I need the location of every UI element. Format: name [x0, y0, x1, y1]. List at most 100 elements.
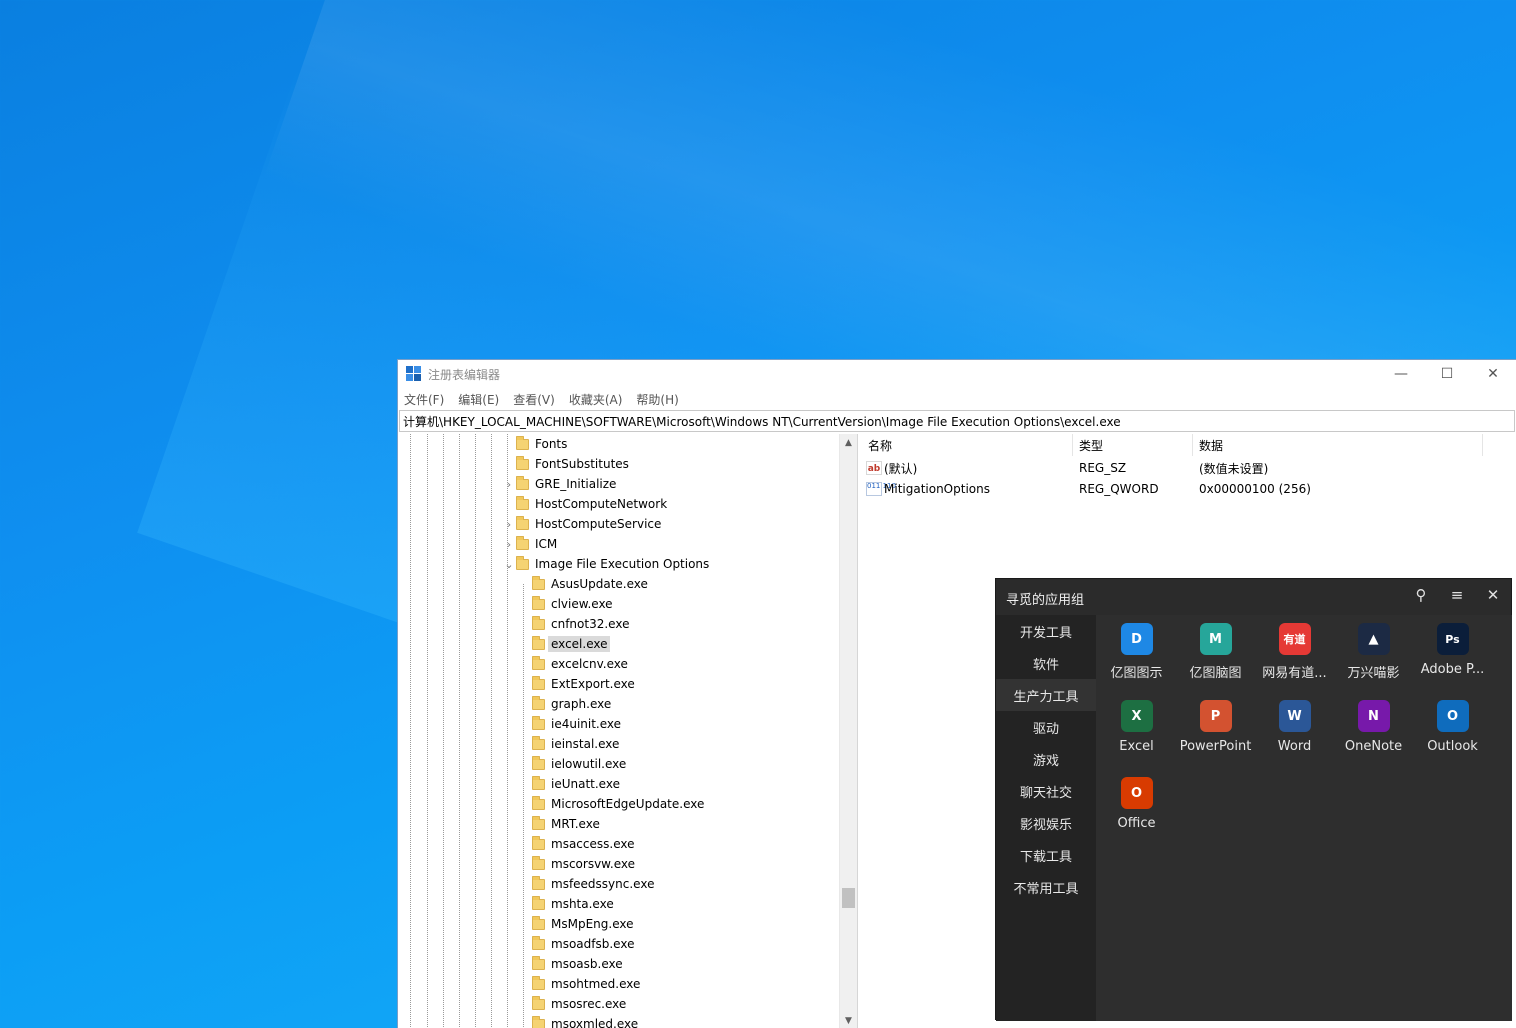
folder-icon	[516, 555, 529, 570]
tree-item[interactable]: excelcnv.exe	[532, 654, 628, 674]
tree-item[interactable]: graph.exe	[532, 694, 611, 714]
tree-item[interactable]: msoasb.exe	[532, 954, 623, 974]
tree-scrollbar[interactable]: ▲ ▼	[839, 434, 857, 1028]
folder-icon	[532, 835, 545, 850]
category-item[interactable]: 聊天社交	[996, 775, 1096, 807]
app-launcher[interactable]: N OneNote	[1334, 692, 1413, 769]
tree-item[interactable]: mshta.exe	[532, 894, 614, 914]
tree-item[interactable]: MicrosoftEdgeUpdate.exe	[532, 794, 704, 814]
category-item[interactable]: 开发工具	[996, 615, 1096, 647]
tree-item[interactable]: msoxmled.exe	[532, 1014, 638, 1028]
app-launcher[interactable]: Ps Adobe P...	[1413, 615, 1492, 692]
tree-item-label: mscorsvw.exe	[551, 857, 635, 871]
scroll-up-arrow-icon[interactable]: ▲	[840, 434, 857, 451]
app-launcher[interactable]: X Excel	[1097, 692, 1176, 769]
app-launcher[interactable]: P PowerPoint	[1176, 692, 1255, 769]
tree-item-label: clview.exe	[551, 597, 613, 611]
menu-file[interactable]: 文件(F)	[404, 391, 444, 408]
tree-expander-icon[interactable]: ›	[502, 518, 516, 531]
scrollbar-thumb[interactable]	[842, 888, 855, 908]
app-icon: ▲	[1357, 623, 1390, 655]
maximize-button[interactable]: ☐	[1424, 360, 1470, 388]
tree-item[interactable]: AsusUpdate.exe	[532, 574, 648, 594]
tree-item[interactable]: › HostComputeService	[502, 514, 661, 534]
app-launcher[interactable]: M 亿图脑图	[1176, 615, 1255, 692]
column-header-data[interactable]: 数据	[1193, 434, 1483, 456]
menu-edit[interactable]: 编辑(E)	[458, 391, 499, 408]
tree-item-label: msoadfsb.exe	[551, 937, 635, 951]
app-launcher[interactable]: O Outlook	[1413, 692, 1492, 769]
tree-item[interactable]: HostComputeNetwork	[502, 494, 667, 514]
value-name: MitigationOptions	[884, 482, 990, 496]
folder-icon	[532, 995, 545, 1010]
string-value-icon: ab	[866, 461, 882, 475]
tree-item[interactable]: cnfnot32.exe	[532, 614, 629, 634]
value-row-mitigationoptions[interactable]: 011 110 MitigationOptions	[866, 479, 990, 499]
category-item[interactable]: 生产力工具	[996, 679, 1096, 711]
category-item[interactable]: 下载工具	[996, 839, 1096, 871]
tree-expander-icon[interactable]: ›	[502, 538, 516, 551]
app-launcher[interactable]: D 亿图图示	[1097, 615, 1176, 692]
tree-item[interactable]: msfeedssync.exe	[532, 874, 654, 894]
close-button[interactable]: ✕	[1470, 360, 1516, 388]
folder-icon	[532, 775, 545, 790]
tree-item[interactable]: FontSubstitutes	[502, 454, 629, 474]
tree-item[interactable]: › ICM	[502, 534, 557, 554]
tree-item[interactable]: msoadfsb.exe	[532, 934, 634, 954]
column-header-type[interactable]: 类型	[1073, 434, 1193, 456]
tree-item[interactable]: excel.exe	[532, 634, 611, 654]
tree-item[interactable]: ExtExport.exe	[532, 674, 635, 694]
app-group-title: 寻觅的应用组	[1006, 593, 1085, 608]
category-item[interactable]: 软件	[996, 647, 1096, 679]
app-label: 网易有道...	[1262, 666, 1327, 681]
app-icon: Ps	[1436, 623, 1469, 655]
app-launcher[interactable]: ▲ 万兴喵影	[1334, 615, 1413, 692]
tree-item[interactable]: › GRE_Initialize	[502, 474, 616, 494]
tree-item[interactable]: ⌄ Image File Execution Options	[502, 554, 709, 574]
tree-item[interactable]: clview.exe	[532, 594, 613, 614]
menu-icon[interactable]: ≡	[1439, 581, 1475, 609]
tree-item[interactable]: msaccess.exe	[532, 834, 634, 854]
app-launcher[interactable]: W Word	[1255, 692, 1334, 769]
app-label: Adobe P...	[1420, 662, 1485, 677]
address-bar[interactable]: 计算机\HKEY_LOCAL_MACHINE\SOFTWARE\Microsof…	[399, 410, 1515, 432]
category-item[interactable]: 驱动	[996, 711, 1096, 743]
tree-item-label: Fonts	[535, 437, 568, 451]
tree-expander-icon[interactable]: ⌄	[502, 558, 516, 571]
app-label: OneNote	[1344, 739, 1403, 754]
tree-item-label: MsMpEng.exe	[551, 917, 634, 931]
tree-item[interactable]: msohtmed.exe	[532, 974, 640, 994]
search-icon[interactable]: ⚲	[1403, 581, 1439, 609]
menu-favorites[interactable]: 收藏夹(A)	[569, 391, 623, 408]
value-row-default[interactable]: ab (默认)	[866, 458, 917, 478]
category-item[interactable]: 影视娱乐	[996, 807, 1096, 839]
folder-icon	[516, 455, 529, 470]
tree-item[interactable]: msosrec.exe	[532, 994, 626, 1014]
scroll-down-arrow-icon[interactable]: ▼	[840, 1012, 857, 1028]
menu-view[interactable]: 查看(V)	[513, 391, 555, 408]
tree-item[interactable]: mscorsvw.exe	[532, 854, 635, 874]
menu-help[interactable]: 帮助(H)	[636, 391, 678, 408]
category-item[interactable]: 不常用工具	[996, 871, 1096, 903]
tree-item-label: AsusUpdate.exe	[551, 577, 648, 591]
minimize-button[interactable]: —	[1378, 360, 1424, 388]
tree-item[interactable]: ieinstal.exe	[532, 734, 619, 754]
tree-item[interactable]: Fonts	[502, 434, 567, 454]
app-icon: O	[1120, 777, 1153, 809]
tree-item-label: excel.exe	[548, 636, 611, 652]
tree-item[interactable]: MsMpEng.exe	[532, 914, 633, 934]
tree-item[interactable]: ielowutil.exe	[532, 754, 626, 774]
app-launcher[interactable]: O Office	[1097, 769, 1176, 846]
tree-item[interactable]: ie4uinit.exe	[532, 714, 621, 734]
app-icon: X	[1120, 700, 1153, 732]
category-item[interactable]: 游戏	[996, 743, 1096, 775]
binary-value-icon: 011 110	[866, 482, 896, 496]
close-icon[interactable]: ✕	[1475, 581, 1511, 609]
column-header-name[interactable]: 名称	[862, 434, 1073, 456]
app-label: 亿图脑图	[1189, 666, 1242, 681]
tree-expander-icon[interactable]: ›	[502, 478, 516, 491]
app-launcher[interactable]: 有道 网易有道...	[1255, 615, 1334, 692]
tree-item-label: cnfnot32.exe	[551, 617, 630, 631]
tree-item[interactable]: ieUnatt.exe	[532, 774, 620, 794]
tree-item[interactable]: MRT.exe	[532, 814, 600, 834]
